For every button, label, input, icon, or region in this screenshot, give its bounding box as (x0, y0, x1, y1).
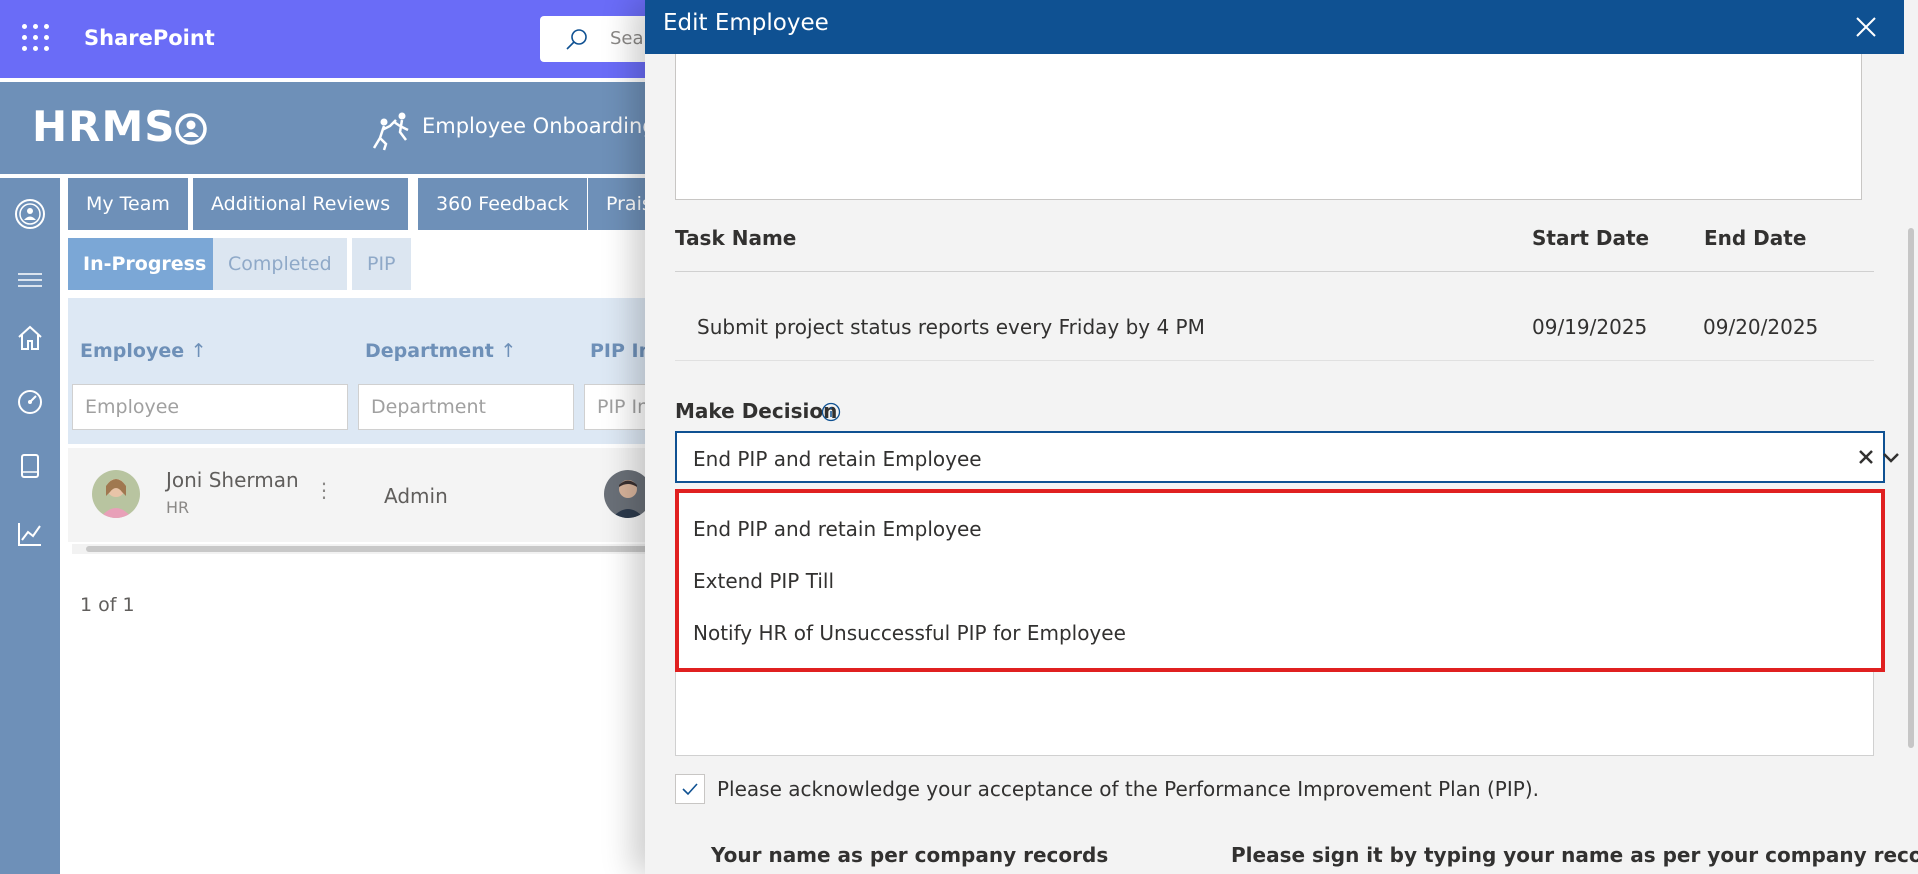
employee-role: HR (166, 498, 190, 517)
column-header-employee[interactable]: Employee ↑ (80, 340, 207, 362)
clear-icon[interactable] (1858, 449, 1874, 465)
chevron-down-icon[interactable] (1882, 451, 1900, 465)
menu-icon[interactable] (14, 264, 46, 296)
tab-my-team[interactable]: My Team (68, 178, 188, 230)
task-name-cell: Submit project status reports every Frid… (697, 315, 1205, 339)
hrms-logo: HRMS (32, 102, 176, 151)
pagination-text: 1 of 1 (80, 594, 135, 616)
close-icon[interactable] (1853, 14, 1879, 40)
panel-scrollbar[interactable] (1904, 0, 1918, 874)
dropdown-selected-value: End PIP and retain Employee (693, 447, 982, 471)
edit-employee-panel: Edit Employee Task Name Start Date End D… (645, 0, 1918, 874)
search-box[interactable]: Sea (540, 16, 660, 62)
acknowledge-label: Please acknowledge your acceptance of th… (717, 777, 1539, 801)
subtab-pip[interactable]: PIP (352, 238, 411, 290)
column-header-department[interactable]: Department ↑ (365, 340, 516, 362)
option-end-pip[interactable]: End PIP and retain Employee (693, 517, 982, 541)
main-content: My Team Additional Reviews 360 Feedback … (60, 178, 674, 874)
sort-icon: ↑ (190, 340, 207, 362)
notes-textarea[interactable] (675, 672, 1874, 756)
panel-header: Edit Employee (645, 0, 1904, 54)
horizontal-scrollbar[interactable] (72, 544, 668, 554)
onboarding-icon (372, 112, 409, 151)
sharepoint-title[interactable]: SharePoint (84, 26, 215, 50)
column-label: PIP In (590, 340, 653, 362)
dashboard-icon[interactable] (14, 386, 46, 418)
user-circle-icon (175, 113, 207, 145)
option-extend-pip[interactable]: Extend PIP Till (693, 569, 834, 593)
table-row[interactable]: Joni Sherman HR ⋮ Admin (68, 448, 668, 542)
option-notify-hr[interactable]: Notify HR of Unsuccessful PIP for Employ… (693, 621, 1126, 645)
more-options-icon[interactable]: ⋮ (314, 478, 334, 502)
column-header-pip[interactable]: PIP In (590, 340, 652, 362)
name-field-label: Your name as per company records (711, 843, 1109, 867)
employee-department: Admin (384, 484, 448, 508)
tab-360-feedback[interactable]: 360 Feedback (418, 178, 587, 230)
comments-textarea[interactable] (675, 54, 1862, 200)
book-icon[interactable] (14, 450, 46, 482)
column-label: Employee (80, 340, 185, 362)
tab-additional-reviews[interactable]: Additional Reviews (193, 178, 409, 230)
start-date-cell: 09/19/2025 (1532, 315, 1648, 339)
start-date-header: Start Date (1532, 226, 1650, 250)
make-decision-label: Make Decision (675, 399, 838, 423)
onboarding-link[interactable]: Employee Onboarding (422, 114, 656, 138)
scroll-thumb[interactable] (86, 546, 666, 552)
decision-options-list: End PIP and retain Employee Extend PIP T… (675, 489, 1885, 672)
employee-filter-input[interactable]: Employee (72, 384, 348, 430)
grid-header: Employee ↑ Department ↑ PIP In Employee … (68, 298, 674, 444)
chart-icon[interactable] (14, 518, 46, 550)
profile-icon[interactable] (14, 198, 46, 230)
sort-icon: ↑ (500, 340, 517, 362)
column-label: Department (365, 340, 494, 362)
divider (675, 271, 1874, 272)
employee-name[interactable]: Joni Sherman (166, 468, 299, 492)
waffle-icon[interactable] (18, 20, 54, 56)
left-nav (0, 178, 60, 874)
end-date-cell: 09/20/2025 (1703, 315, 1819, 339)
panel-title: Edit Employee (663, 10, 829, 36)
divider (675, 360, 1874, 361)
checkmark-icon (682, 783, 698, 796)
scroll-thumb[interactable] (1908, 228, 1914, 748)
task-name-header: Task Name (675, 226, 797, 250)
signature-label-text: Please sign it by typing your name as pe… (1231, 843, 1918, 867)
subtab-completed[interactable]: Completed (213, 238, 347, 290)
acknowledge-checkbox[interactable] (675, 774, 705, 804)
avatar (92, 470, 140, 518)
department-filter-input[interactable]: Department (358, 384, 574, 430)
subtab-in-progress[interactable]: In-Progress (68, 238, 222, 290)
make-decision-dropdown[interactable]: End PIP and retain Employee (675, 431, 1899, 483)
info-icon[interactable] (821, 402, 841, 422)
end-date-header: End Date (1704, 226, 1807, 250)
home-icon[interactable] (14, 322, 46, 354)
signature-field-label: Please sign it by typing your name as pe… (1231, 843, 1918, 867)
search-icon (566, 29, 587, 50)
search-placeholder: Sea (610, 28, 644, 49)
